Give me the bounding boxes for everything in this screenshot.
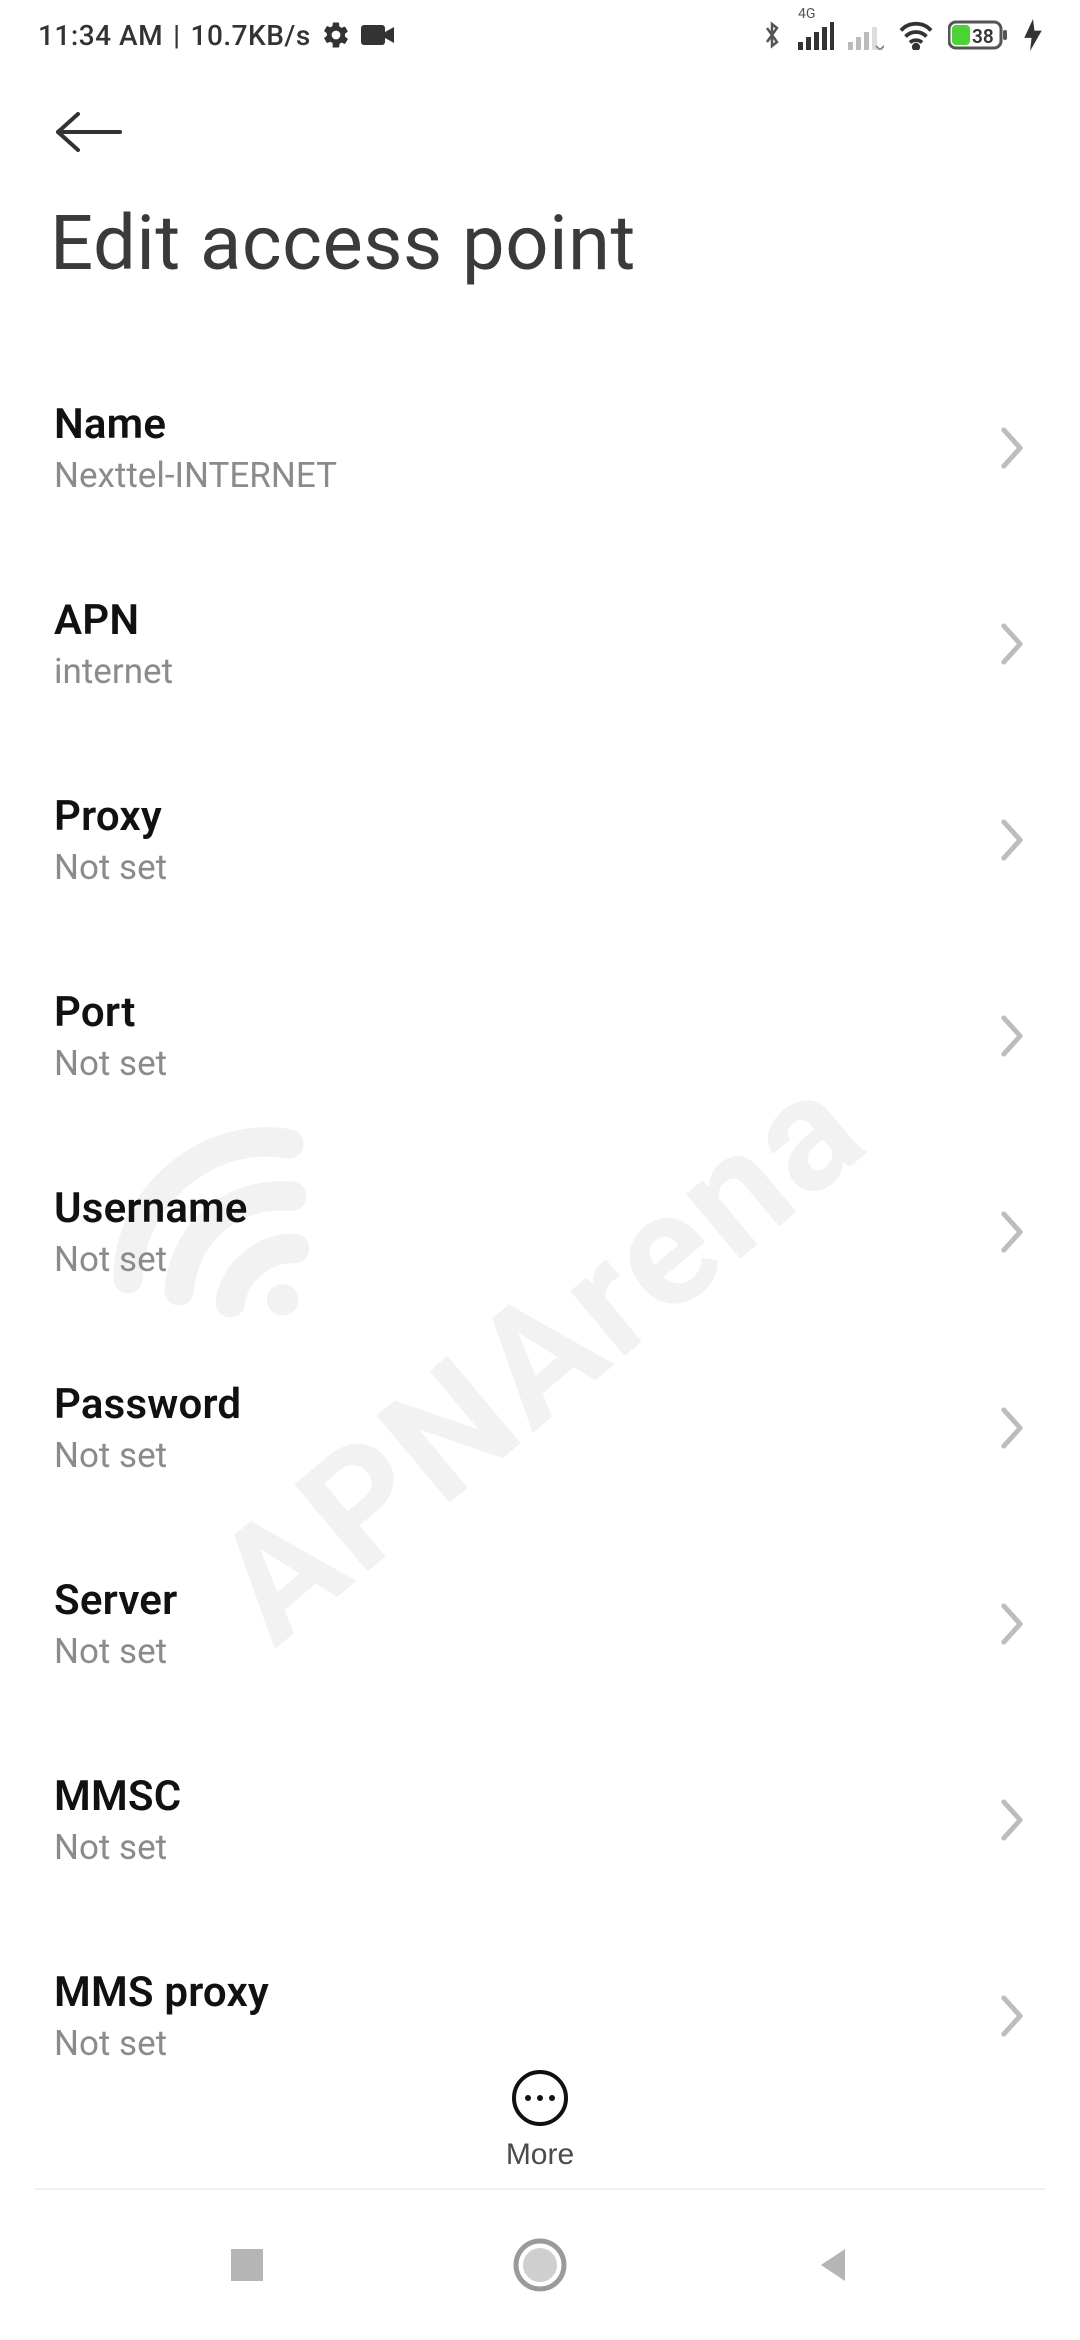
- status-left: 11:34 AM | 10.7KB/s: [38, 19, 395, 52]
- battery-percent: 38: [972, 25, 994, 48]
- triangle-left-icon: [811, 2243, 855, 2287]
- bluetooth-icon: [760, 18, 784, 52]
- setting-mmsc[interactable]: MMSC Not set: [54, 1740, 1026, 1900]
- network-label: 4G: [798, 6, 815, 22]
- status-time: 11:34 AM: [38, 19, 163, 52]
- status-right: 4G 38: [760, 18, 1042, 52]
- setting-value: Not set: [54, 1435, 241, 1476]
- nav-recent-button[interactable]: [197, 2215, 297, 2315]
- chevron-right-icon: [998, 1601, 1026, 1647]
- setting-label: Port: [54, 988, 167, 1037]
- charging-icon: [1024, 19, 1042, 51]
- setting-value: Not set: [54, 2023, 269, 2064]
- setting-proxy[interactable]: Proxy Not set: [54, 760, 1026, 920]
- setting-apn[interactable]: APN internet: [54, 564, 1026, 724]
- battery-icon: 38: [948, 19, 1010, 51]
- chevron-right-icon: [998, 425, 1026, 471]
- settings-list: Name Nexttel-INTERNET APN internet Proxy…: [0, 368, 1080, 2096]
- setting-label: Server: [54, 1576, 177, 1625]
- setting-username[interactable]: Username Not set: [54, 1152, 1026, 1312]
- square-icon: [227, 2245, 267, 2285]
- setting-value: Not set: [54, 1239, 248, 1280]
- setting-value: internet: [54, 651, 173, 692]
- gear-icon: [321, 20, 351, 50]
- more-label: More: [506, 2138, 574, 2172]
- setting-value: Not set: [54, 1827, 181, 1868]
- setting-label: Proxy: [54, 792, 167, 841]
- signal-4g-icon: 4G: [798, 20, 834, 50]
- nav-back-button[interactable]: [783, 2215, 883, 2315]
- chevron-right-icon: [998, 817, 1026, 863]
- setting-label: Password: [54, 1380, 241, 1429]
- setting-value: Not set: [54, 1631, 177, 1672]
- chevron-right-icon: [998, 1013, 1026, 1059]
- android-nav-bar: [0, 2190, 1080, 2340]
- nav-home-button[interactable]: [490, 2215, 590, 2315]
- setting-value: Not set: [54, 847, 167, 888]
- setting-port[interactable]: Port Not set: [54, 956, 1026, 1116]
- setting-label: Name: [54, 400, 337, 449]
- arrow-left-icon: [50, 108, 128, 156]
- status-net-speed: 10.7KB/s: [191, 19, 311, 52]
- setting-server[interactable]: Server Not set: [54, 1544, 1026, 1704]
- setting-mms-proxy[interactable]: MMS proxy Not set: [54, 1936, 1026, 2096]
- back-button[interactable]: [50, 88, 138, 176]
- chevron-right-icon: [998, 1993, 1026, 2039]
- setting-label: APN: [54, 596, 173, 645]
- chevron-right-icon: [998, 1405, 1026, 1451]
- wifi-icon: [898, 20, 934, 50]
- setting-password[interactable]: Password Not set: [54, 1348, 1026, 1508]
- chevron-right-icon: [998, 621, 1026, 667]
- signal-no-sim-icon: [848, 20, 884, 50]
- setting-label: Username: [54, 1184, 248, 1233]
- setting-value: Not set: [54, 1043, 167, 1084]
- chevron-right-icon: [998, 1797, 1026, 1843]
- circle-icon: [512, 2237, 568, 2293]
- setting-name[interactable]: Name Nexttel-INTERNET: [54, 368, 1026, 528]
- chevron-right-icon: [998, 1209, 1026, 1255]
- status-separator: |: [173, 19, 180, 52]
- page-title: Edit access point: [50, 198, 1030, 288]
- camera-icon: [361, 23, 395, 47]
- setting-value: Nexttel-INTERNET: [54, 455, 337, 496]
- status-bar: 11:34 AM | 10.7KB/s 4G 38: [0, 0, 1080, 70]
- setting-label: MMSC: [54, 1772, 181, 1821]
- setting-label: MMS proxy: [54, 1968, 269, 2017]
